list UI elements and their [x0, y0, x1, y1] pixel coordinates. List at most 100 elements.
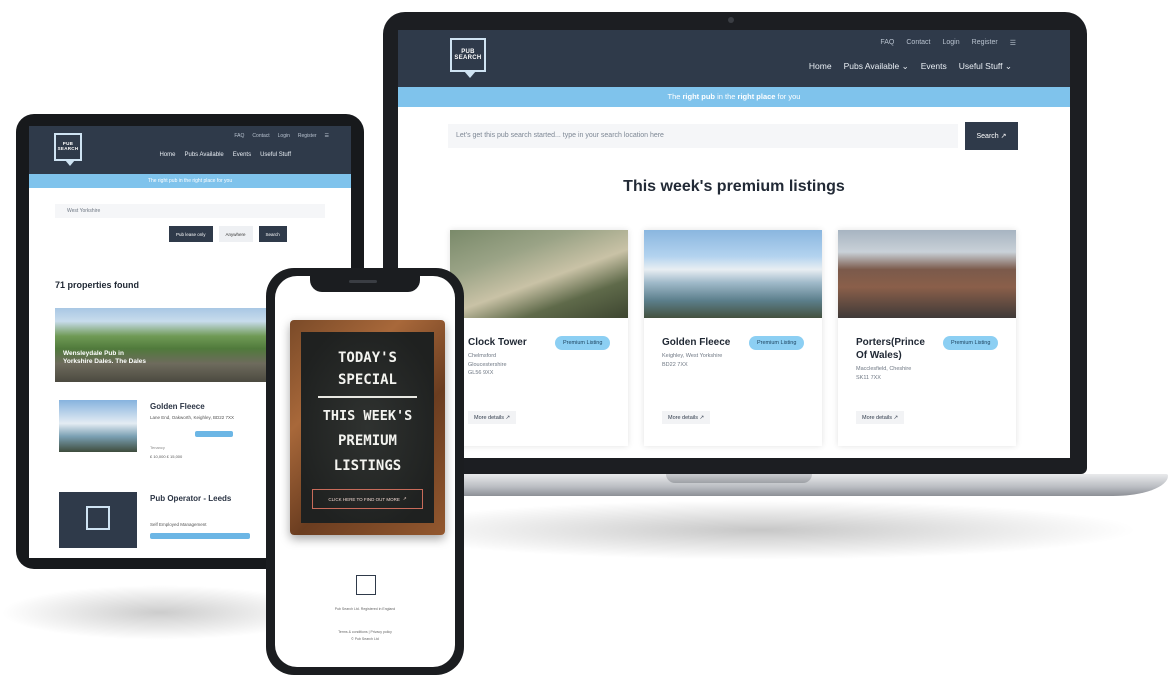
arrow-icon: ↗	[505, 414, 511, 421]
tagline-banner: The right pub in the right place for you	[398, 87, 1070, 107]
listing-card[interactable]: Clock Tower Premium Listing Chelmsford G…	[450, 230, 628, 446]
login-link[interactable]: Login	[943, 39, 960, 47]
listing-address: Keighley, West Yorkshire BD22 7XX	[662, 352, 722, 369]
contact-link[interactable]: Contact	[252, 133, 269, 139]
more-details-button[interactable]: More details ↗	[662, 411, 711, 424]
listing-title: Pub Operator - Leeds	[150, 494, 232, 503]
listing-address: Macclesfield, Cheshire SK11 7XX	[856, 365, 911, 382]
status-badge	[150, 533, 250, 539]
chalk-divider	[318, 396, 417, 398]
menu-icon[interactable]: ☰	[1010, 39, 1016, 47]
main-nav: Home Pubs Available ⌄ Events Useful Stuf…	[809, 61, 1012, 72]
listing-photo	[838, 230, 1016, 318]
more-details-label: More details	[862, 414, 892, 421]
chalk-line: LISTINGS	[333, 458, 402, 474]
chalk-line: THIS WEEK'S	[322, 408, 413, 424]
phone-notch	[310, 276, 420, 292]
more-details-label: More details	[474, 414, 504, 421]
tenure-filter[interactable]: Pub lease only	[169, 226, 213, 242]
caption-line: Yorkshire Dales. The Dales	[63, 358, 146, 366]
section-heading: This week's premium listings	[623, 178, 845, 195]
nav-useful-stuff[interactable]: Useful Stuff	[260, 152, 291, 158]
listing-photo	[644, 230, 822, 318]
search-input[interactable]: West Yorkshire	[55, 204, 325, 218]
laptop-shadow	[380, 500, 1140, 560]
chevron-down-icon: ⌄	[901, 61, 909, 71]
footer-links[interactable]: Terms & conditions | Privacy policy	[275, 630, 455, 634]
caption-line: Wensleydale Pub in	[63, 350, 124, 357]
listing-card[interactable]: Golden Fleece Premium Listing Keighley, …	[644, 230, 822, 446]
camera-icon	[728, 17, 734, 23]
footer-logo[interactable]	[356, 575, 376, 595]
arrow-icon: ↗	[402, 496, 407, 501]
listing-price: £ 10,000 £ 15,000	[150, 454, 183, 459]
listing-address: Lane End, Oakworth, Keighley, BD22 7XX	[150, 415, 234, 420]
listing-card[interactable]: Porters(Prince Of Wales) Premium Listing…	[838, 230, 1016, 446]
address-line: Macclesfield, Cheshire	[856, 366, 912, 372]
address-line: BD22 7XX	[662, 361, 688, 368]
featured-caption: Wensleydale Pub in Yorkshire Dales. The …	[63, 350, 146, 367]
listing-title: Golden Fleece	[662, 337, 731, 348]
chevron-down-icon: ⌄	[1004, 61, 1012, 71]
filter-row: Pub lease only Anywhere Search	[169, 226, 287, 242]
listing-photo	[59, 492, 137, 548]
arrow-icon: ↗	[699, 414, 705, 421]
results-count: 71 properties found	[55, 280, 140, 290]
address-line: Chelmsford	[468, 353, 497, 359]
site-logo[interactable]: PUB SEARCH	[54, 133, 82, 166]
more-details-button[interactable]: More details ↗	[856, 411, 905, 424]
top-links: FAQ Contact Login Register ☰	[234, 133, 329, 139]
footer-text: Pub Search Ltd. Registered in England	[334, 607, 396, 611]
nav-home[interactable]: Home	[159, 152, 175, 158]
site-header: PUB SEARCH FAQ Contact Login Register ☰ …	[398, 30, 1070, 87]
chalk-line: PREMIUM	[337, 433, 397, 449]
address-line: SK11 7XX	[856, 374, 881, 381]
arrow-icon: ↗	[893, 414, 899, 421]
nav-pubs-available[interactable]: Pubs Available	[184, 152, 223, 158]
register-link[interactable]: Register	[298, 133, 317, 139]
listing-title: Porters(Prince Of Wales)	[856, 337, 925, 361]
address-line: GL56 9XX	[468, 370, 494, 377]
search-button[interactable]: Search	[258, 226, 287, 242]
search-button[interactable]: Search ↗	[965, 122, 1018, 150]
more-details-label: More details	[668, 414, 698, 421]
listing-photo	[450, 230, 628, 318]
site-header: PUB SEARCH FAQ Contact Login Register ☰ …	[29, 126, 351, 174]
faq-link[interactable]: FAQ	[880, 39, 894, 47]
main-nav: Home Pubs Available Events Useful Stuff	[159, 152, 291, 158]
listing-title: Golden Fleece	[150, 402, 205, 411]
nav-pubs-available-label: Pubs Available	[843, 61, 900, 71]
status-badge	[195, 431, 233, 437]
nav-pubs-available[interactable]: Pubs Available ⌄	[844, 61, 909, 72]
login-link[interactable]: Login	[278, 133, 290, 139]
nav-home[interactable]: Home	[809, 61, 832, 72]
search-button-label: Search	[976, 132, 999, 140]
location-filter[interactable]: Anywhere	[218, 226, 253, 242]
premium-badge: Premium Listing	[555, 336, 611, 350]
menu-icon[interactable]: ☰	[325, 133, 329, 139]
faq-link[interactable]: FAQ	[234, 133, 244, 139]
premium-badge: Premium Listing	[943, 336, 999, 350]
premium-badge: Premium Listing	[749, 336, 805, 350]
nav-events[interactable]: Events	[233, 152, 251, 158]
listing-tenure: Tenancy	[150, 445, 165, 450]
find-out-more-button[interactable]: CLICK HERE TO FIND OUT MORE ↗	[312, 489, 423, 509]
listing-title: Clock Tower	[468, 337, 527, 348]
banner-emphasis: right place	[737, 92, 776, 101]
banner-text: for you	[775, 92, 801, 101]
top-links: FAQ Contact Login Register ☰	[880, 39, 1016, 47]
search-bar: Let's get this pub search started... typ…	[448, 122, 1018, 150]
laptop-hinge-notch	[666, 474, 812, 483]
site-logo[interactable]: PUB SEARCH	[450, 38, 486, 78]
contact-link[interactable]: Contact	[906, 39, 930, 47]
more-details-button[interactable]: More details ↗	[468, 411, 517, 424]
nav-events[interactable]: Events	[921, 61, 947, 72]
search-input[interactable]: Let's get this pub search started... typ…	[448, 124, 958, 148]
listing-photo	[59, 400, 137, 452]
register-link[interactable]: Register	[972, 39, 998, 47]
listing-subtitle: Self Employed Management	[150, 522, 207, 527]
cta-label: CLICK HERE TO FIND OUT MORE	[328, 496, 400, 502]
chalk-line: TODAY'S	[337, 350, 397, 366]
nav-useful-stuff[interactable]: Useful Stuff ⌄	[959, 61, 1012, 72]
listing-address: Chelmsford Gloucestershire GL56 9XX	[468, 352, 507, 378]
